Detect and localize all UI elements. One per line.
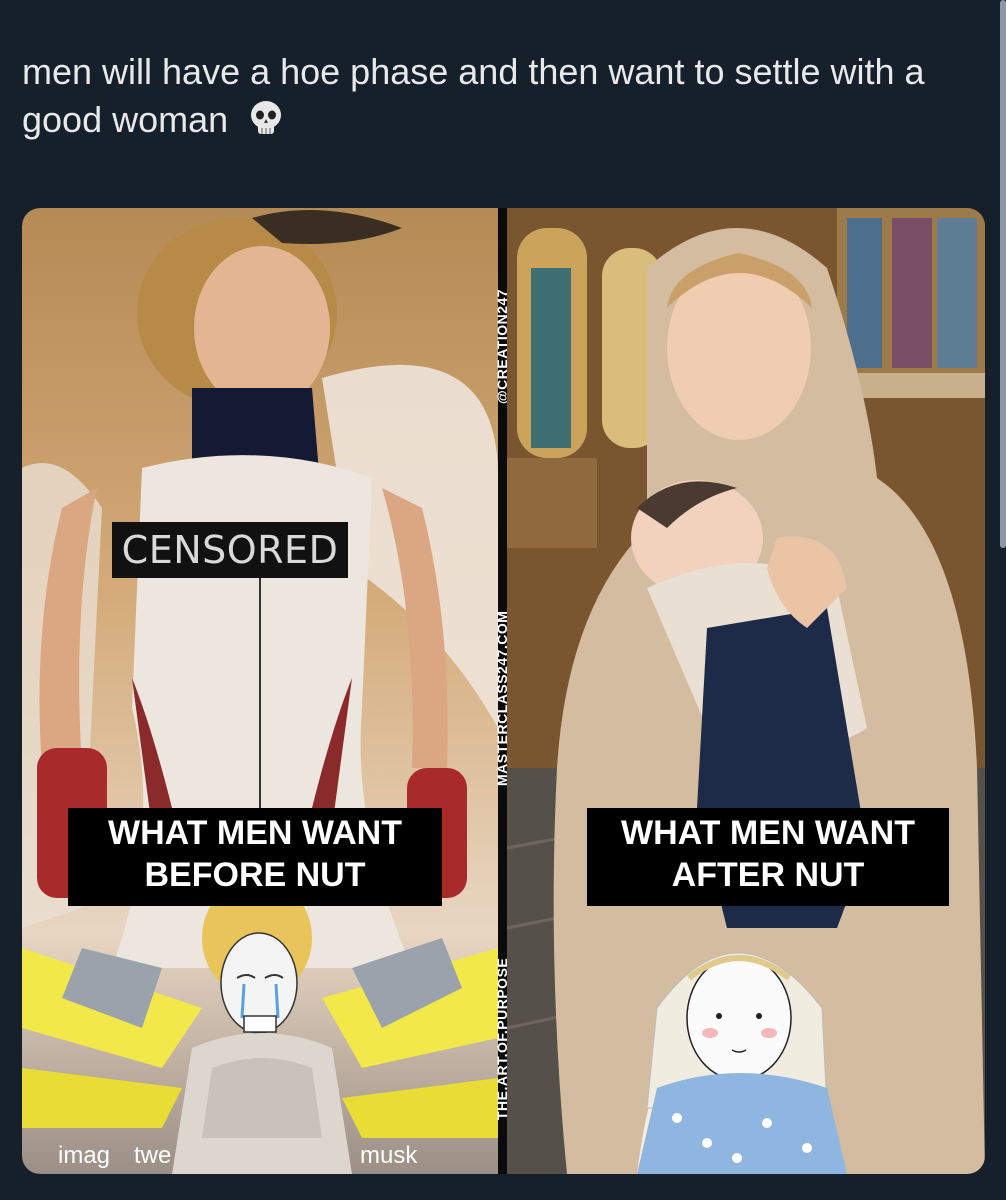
censored-bar: CENSORED [112, 522, 348, 578]
left-caption: WHAT MEN WANT BEFORE NUT [68, 808, 442, 906]
watermark-left: imag [58, 1142, 111, 1169]
right-caption-line1: WHAT MEN WANT [621, 814, 915, 852]
left-caption-line2: BEFORE NUT [144, 856, 366, 894]
crying-wojak-mercy-sticker [22, 878, 498, 1174]
tweet-media-image[interactable]: CENSORED WHAT MEN WANT BEFORE NUT imag t… [22, 208, 985, 1174]
left-caption-line1: WHAT MEN WANT [108, 814, 402, 852]
right-caption: WHAT MEN WANT AFTER NUT [587, 808, 949, 906]
right-caption-line2: AFTER NUT [671, 856, 865, 894]
tweet-text: men will have a hoe phase and then want … [22, 48, 982, 144]
left-panel-artwork [22, 210, 498, 1174]
page-scrollbar[interactable] [1000, 0, 1006, 548]
tweet-body: men will have a hoe phase and then want … [22, 51, 925, 140]
watermark-right: musk [360, 1142, 418, 1169]
right-panel-artwork [507, 208, 985, 1174]
meme-left-panel: CENSORED WHAT MEN WANT BEFORE NUT imag t… [22, 208, 498, 1174]
watermark-middle: twe [134, 1142, 172, 1169]
skull-emoji-icon [246, 98, 286, 138]
meme-right-panel: WHAT MEN WANT AFTER NUT [507, 208, 985, 1174]
